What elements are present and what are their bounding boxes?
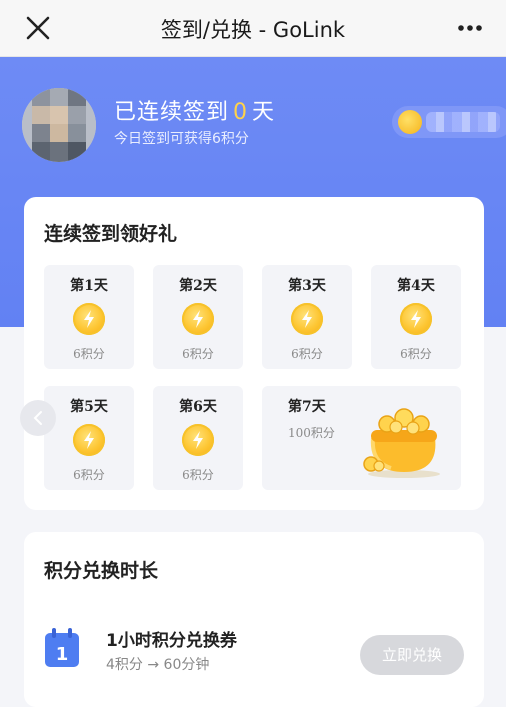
chevron-left-icon (33, 411, 42, 425)
coin-icon (73, 424, 105, 456)
coin-icon (182, 303, 214, 335)
points-balance-blurred (426, 112, 500, 132)
day-tile-3[interactable]: 第3天 6积分 (262, 265, 352, 369)
day-tile-4[interactable]: 第4天 6积分 (371, 265, 461, 369)
day-points: 6积分 (73, 468, 105, 482)
treasure-pot-icon (361, 402, 447, 478)
nav-bar: 签到/兑换 - GoLink (0, 0, 506, 57)
exchange-card: 积分兑换时长 1 1小时积分兑换券 4积分 → 60分钟 立即兑换 (24, 532, 484, 707)
day-tile-5[interactable]: 第5天 6积分 (44, 386, 134, 490)
day-points: 100积分 (288, 426, 335, 440)
day-label: 第5天 (70, 399, 108, 415)
calendar-day-number: 1 (56, 644, 69, 665)
day-label: 第3天 (288, 278, 326, 294)
exchange-title: 积分兑换时长 (44, 560, 159, 582)
page-title: 签到/兑换 - GoLink (160, 18, 346, 42)
checkin-title: 连续签到领好礼 (44, 223, 178, 245)
voucher-detail: 4积分 → 60分钟 (106, 657, 210, 673)
coin-icon (182, 424, 214, 456)
day-tile-7[interactable]: 第7天 100积分 (262, 386, 461, 490)
streak-prefix: 已连续签到 (114, 100, 230, 125)
day-points: 6积分 (182, 468, 214, 482)
day-tile-2[interactable]: 第2天 6积分 (153, 265, 243, 369)
day-label: 第7天 (288, 399, 326, 415)
avatar[interactable] (22, 88, 96, 162)
day-label: 第1天 (70, 278, 108, 294)
day-points: 6积分 (182, 347, 214, 361)
day-tile-1[interactable]: 第1天 6积分 (44, 265, 134, 369)
streak-suffix: 天 (252, 100, 276, 125)
redeem-button[interactable]: 立即兑换 (360, 635, 464, 675)
points-balance-pill[interactable] (392, 106, 506, 138)
carousel-prev-button[interactable] (20, 400, 56, 436)
day-points: 6积分 (400, 347, 432, 361)
streak-days: 0 (233, 100, 249, 125)
coin-icon (398, 110, 422, 134)
more-dots-icon[interactable] (454, 12, 486, 44)
coin-icon (73, 303, 105, 335)
day-points: 6积分 (73, 347, 105, 361)
day-label: 第6天 (179, 399, 217, 415)
day-label: 第2天 (179, 278, 217, 294)
streak-text: 已连续签到 0 天 (114, 94, 275, 126)
streak-subtitle: 今日签到可获得6积分 (114, 131, 249, 147)
coin-icon (400, 303, 432, 335)
calendar-icon: 1 (44, 628, 80, 668)
voucher-title: 1小时积分兑换券 (106, 631, 237, 651)
coin-icon (291, 303, 323, 335)
day-label: 第4天 (397, 278, 435, 294)
day-points: 6积分 (291, 347, 323, 361)
day-tile-6[interactable]: 第6天 6积分 (153, 386, 243, 490)
checkin-card: 连续签到领好礼 第1天 6积分 第2天 6积分 第3天 6积分 第4天 6积分 … (24, 197, 484, 510)
